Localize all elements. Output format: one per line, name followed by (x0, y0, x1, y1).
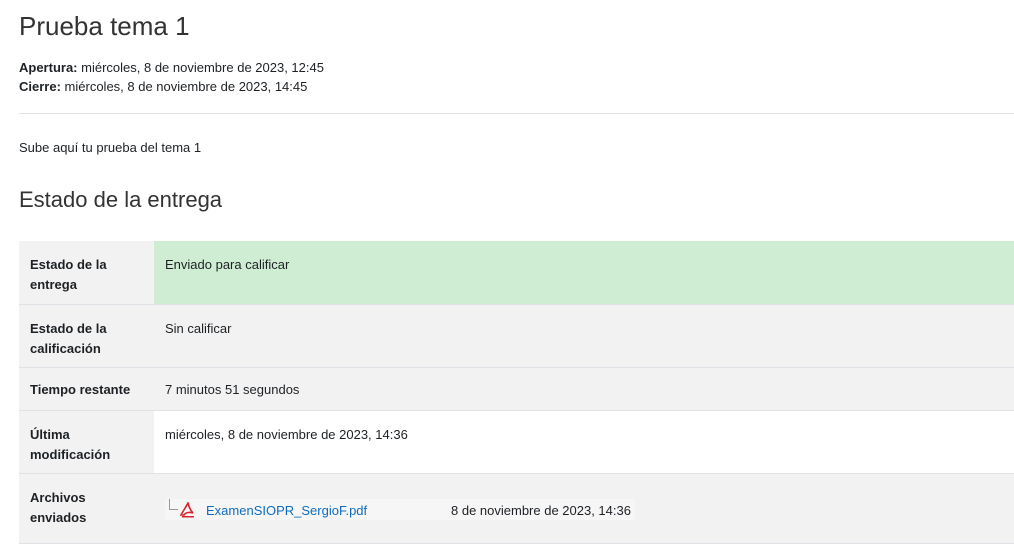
assignment-description: Sube aquí tu prueba del tema 1 (19, 140, 202, 155)
row-label: Estado de la calificación (19, 304, 154, 368)
submission-status-value: Enviado para calificar (154, 241, 1014, 305)
submission-status-heading: Estado de la entrega (19, 187, 223, 212)
submitted-file-link[interactable]: ExamenSIOPR_SergioF.pdf (206, 501, 367, 521)
open-date-value: miércoles, 8 de noviembre de 2023, 12:45 (81, 60, 324, 75)
submission-status-table: Estado de la entrega Enviado para califi… (19, 241, 1014, 544)
time-remaining-value: 7 minutos 51 segundos (154, 367, 1014, 411)
submitted-files-cell: ExamenSIOPR_SergioF.pdf 8 de noviembre d… (154, 473, 1014, 544)
row-label: Última modificación (19, 410, 154, 474)
submitted-file-date: 8 de noviembre de 2023, 14:36 (451, 502, 631, 518)
table-row: Última modificación miércoles, 8 de novi… (19, 410, 1014, 474)
table-row: Archivos enviados ExamenSIOPR_SergioF.pd… (19, 473, 1014, 544)
file-tree-item: ExamenSIOPR_SergioF.pdf 8 de noviembre d… (165, 498, 635, 521)
table-row: Tiempo restante 7 minutos 51 segundos (19, 367, 1014, 411)
close-date-value: miércoles, 8 de noviembre de 2023, 14:45 (64, 79, 308, 94)
close-date: Cierre: miércoles, 8 de noviembre de 202… (19, 77, 324, 96)
table-row: Estado de la calificación Sin calificar (19, 304, 1014, 368)
pdf-file-icon (180, 501, 194, 517)
row-label: Archivos enviados (19, 473, 154, 544)
last-modified-value: miércoles, 8 de noviembre de 2023, 14:36 (154, 410, 1014, 474)
open-date: Apertura: miércoles, 8 de noviembre de 2… (19, 58, 324, 77)
page-title: Prueba tema 1 (19, 11, 190, 41)
close-date-label: Cierre: (19, 79, 61, 94)
grading-status-value: Sin calificar (154, 304, 1014, 368)
row-label: Estado de la entrega (19, 241, 154, 305)
open-date-label: Apertura: (19, 60, 78, 75)
divider (19, 113, 1014, 114)
tree-connector (169, 498, 178, 510)
activity-dates: Apertura: miércoles, 8 de noviembre de 2… (19, 58, 324, 96)
table-row: Estado de la entrega Enviado para califi… (19, 241, 1014, 305)
row-label: Tiempo restante (19, 367, 154, 411)
